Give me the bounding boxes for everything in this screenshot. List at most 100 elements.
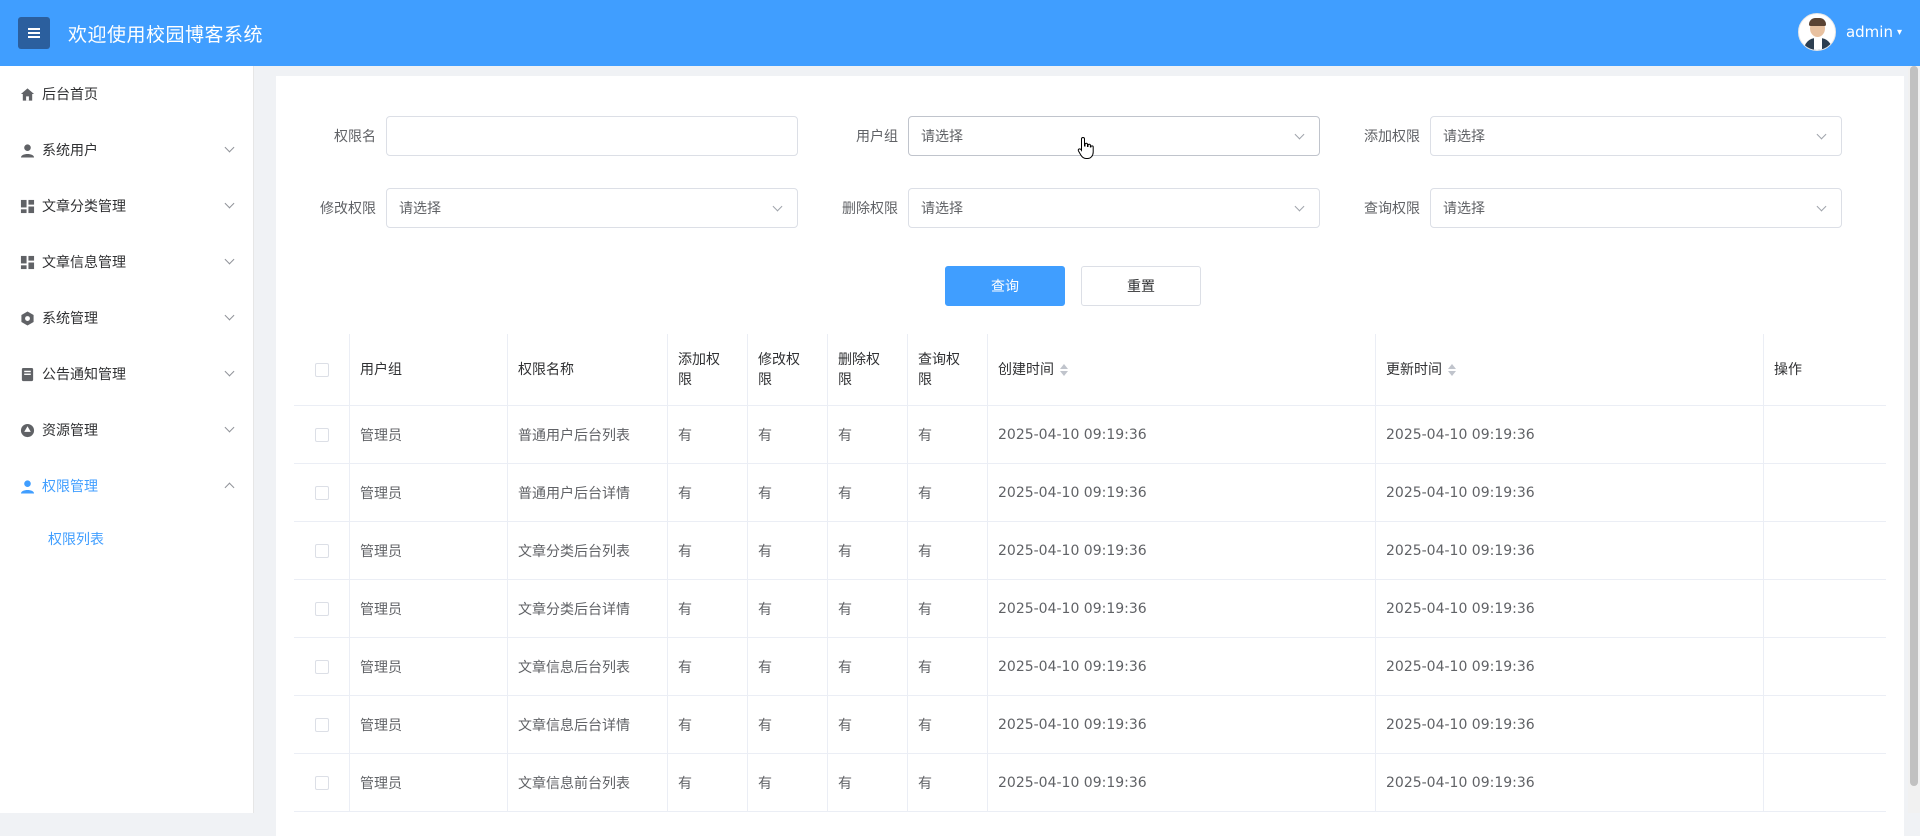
cell-actions — [1764, 464, 1886, 521]
reset-button[interactable]: 重置 — [1081, 266, 1201, 306]
scrollbar-thumb[interactable] — [1910, 66, 1918, 786]
resource-icon — [20, 423, 35, 438]
avatar — [1797, 13, 1836, 51]
select-value: 请选择 — [399, 201, 441, 217]
page-scrollbar[interactable] — [1908, 66, 1920, 813]
row-checkbox[interactable] — [314, 659, 329, 674]
cell-mod: 有 — [748, 522, 828, 579]
filter-label: 权限名 — [334, 129, 376, 145]
column-header-utime[interactable]: 更新时间 — [1376, 334, 1764, 405]
cell-add: 有 — [668, 406, 748, 463]
chevron-down-icon — [224, 254, 235, 265]
table-row: 管理员 文章信息后台详情有有有有 2025-04-10 09:19:36 2025-0… — [294, 696, 1886, 754]
table-body: 管理员 普通用户后台列表有有有有 2025-04-10 09:19:36 2025-0… — [294, 406, 1886, 812]
cell-name: 文章分类后台详情 — [508, 580, 668, 637]
user-menu[interactable]: admin ▾ — [1797, 13, 1902, 51]
cell-actions — [1764, 696, 1886, 753]
cell-add: 有 — [668, 754, 748, 811]
sidebar-item-system-users[interactable]: 系统用户 — [0, 122, 253, 178]
select-value: 请选择 — [1443, 129, 1485, 145]
table-row: 管理员 普通用户后台列表有有有有 2025-04-10 09:19:36 2025-0… — [294, 406, 1886, 464]
chevron-down-icon — [224, 366, 235, 377]
perm-name-input[interactable] — [386, 116, 798, 156]
cell-mod: 有 — [748, 464, 828, 521]
row-select-cell — [294, 638, 350, 695]
row-checkbox[interactable] — [314, 717, 329, 732]
select-all-checkbox[interactable] — [314, 362, 329, 377]
user-group-select[interactable]: 请选择 — [908, 116, 1320, 156]
cell-group: 管理员 — [350, 406, 508, 463]
filter-label: 修改权限 — [320, 201, 376, 217]
sidebar-item-resource-management[interactable]: 资源管理 — [0, 402, 253, 458]
menu-toggle-button[interactable] — [18, 17, 50, 49]
sidebar-item-article-category[interactable]: 文章分类管理 — [0, 178, 253, 234]
cell-name: 普通用户后台详情 — [508, 464, 668, 521]
mod-perm-select[interactable]: 请选择 — [386, 188, 798, 228]
cell-add: 有 — [668, 638, 748, 695]
cell-query: 有 — [908, 522, 988, 579]
sidebar-item-label: 公告通知管理 — [42, 367, 126, 383]
column-header-query: 查询权 限 — [908, 334, 988, 405]
cell-mod: 有 — [748, 638, 828, 695]
filter-label: 查询权限 — [1364, 201, 1420, 217]
sidebar-item-label: 系统用户 — [42, 143, 98, 159]
content-card: 权限名 用户组 请选择 添加权限 请选择 修改权限 请选择 删除权限 请选择 查… — [276, 76, 1904, 836]
cell-del: 有 — [828, 406, 908, 463]
column-header-label: 更新时间 — [1386, 361, 1442, 378]
table-row: 管理员 文章信息前台列表有有有有 2025-04-10 09:19:36 2025-0… — [294, 754, 1886, 812]
cell-name: 文章信息前台列表 — [508, 754, 668, 811]
cell-actions — [1764, 522, 1886, 579]
cell-name: 文章信息后台列表 — [508, 638, 668, 695]
sort-icon[interactable] — [1448, 363, 1456, 376]
select-value: 请选择 — [1443, 201, 1485, 217]
cell-query: 有 — [908, 754, 988, 811]
chevron-down-icon: ▾ — [1896, 26, 1902, 38]
cell-utime: 2025-04-10 09:19:36 — [1376, 638, 1764, 695]
sidebar-item-label: 权限管理 — [42, 479, 98, 495]
chevron-down-icon — [224, 422, 235, 433]
row-select-cell — [294, 696, 350, 753]
column-header-del: 删除权 限 — [828, 334, 908, 405]
cell-query: 有 — [908, 406, 988, 463]
sidebar-subitem-permission-list[interactable]: 权限列表 — [0, 514, 253, 564]
row-checkbox[interactable] — [314, 775, 329, 790]
column-header-group: 用户组 — [350, 334, 508, 405]
cell-utime: 2025-04-10 09:19:36 — [1376, 522, 1764, 579]
hand-cursor-icon — [1077, 136, 1094, 159]
row-select-cell — [294, 464, 350, 521]
cell-utime: 2025-04-10 09:19:36 — [1376, 754, 1764, 811]
chevron-up-icon — [224, 482, 235, 493]
filter-label: 添加权限 — [1364, 129, 1420, 145]
cell-utime: 2025-04-10 09:19:36 — [1376, 696, 1764, 753]
query-button[interactable]: 查询 — [945, 266, 1065, 306]
cell-utime: 2025-04-10 09:19:36 — [1376, 464, 1764, 521]
sort-icon[interactable] — [1060, 363, 1068, 376]
row-checkbox[interactable] — [314, 543, 329, 558]
sidebar-item-label: 系统管理 — [42, 311, 98, 327]
row-select-cell — [294, 406, 350, 463]
filter-mod-perm: 修改权限 请选择 — [276, 188, 798, 228]
user-icon — [20, 479, 35, 494]
sidebar-item-home[interactable]: 后台首页 — [0, 66, 253, 122]
cell-ctime: 2025-04-10 09:19:36 — [988, 464, 1376, 521]
row-checkbox[interactable] — [314, 485, 329, 500]
sidebar-item-notice-management[interactable]: 公告通知管理 — [0, 346, 253, 402]
sidebar-item-article-info[interactable]: 文章信息管理 — [0, 234, 253, 290]
cell-group: 管理员 — [350, 522, 508, 579]
filter-del-perm: 删除权限 请选择 — [798, 188, 1320, 228]
column-header-ctime[interactable]: 创建时间 — [988, 334, 1376, 405]
query-perm-select[interactable]: 请选择 — [1430, 188, 1842, 228]
row-checkbox[interactable] — [314, 601, 329, 616]
app-title: 欢迎使用校园博客系统 — [68, 23, 264, 46]
hamburger-icon — [28, 28, 40, 38]
row-checkbox[interactable] — [314, 427, 329, 442]
del-perm-select[interactable]: 请选择 — [908, 188, 1320, 228]
home-icon — [20, 87, 35, 102]
chevron-down-icon — [772, 201, 783, 212]
cell-group: 管理员 — [350, 464, 508, 521]
sidebar-item-system-management[interactable]: 系统管理 — [0, 290, 253, 346]
sidebar-item-permission-management[interactable]: 权限管理 — [0, 458, 253, 514]
add-perm-select[interactable]: 请选择 — [1430, 116, 1842, 156]
username: admin — [1845, 23, 1893, 41]
column-header-name: 权限名称 — [508, 334, 668, 405]
